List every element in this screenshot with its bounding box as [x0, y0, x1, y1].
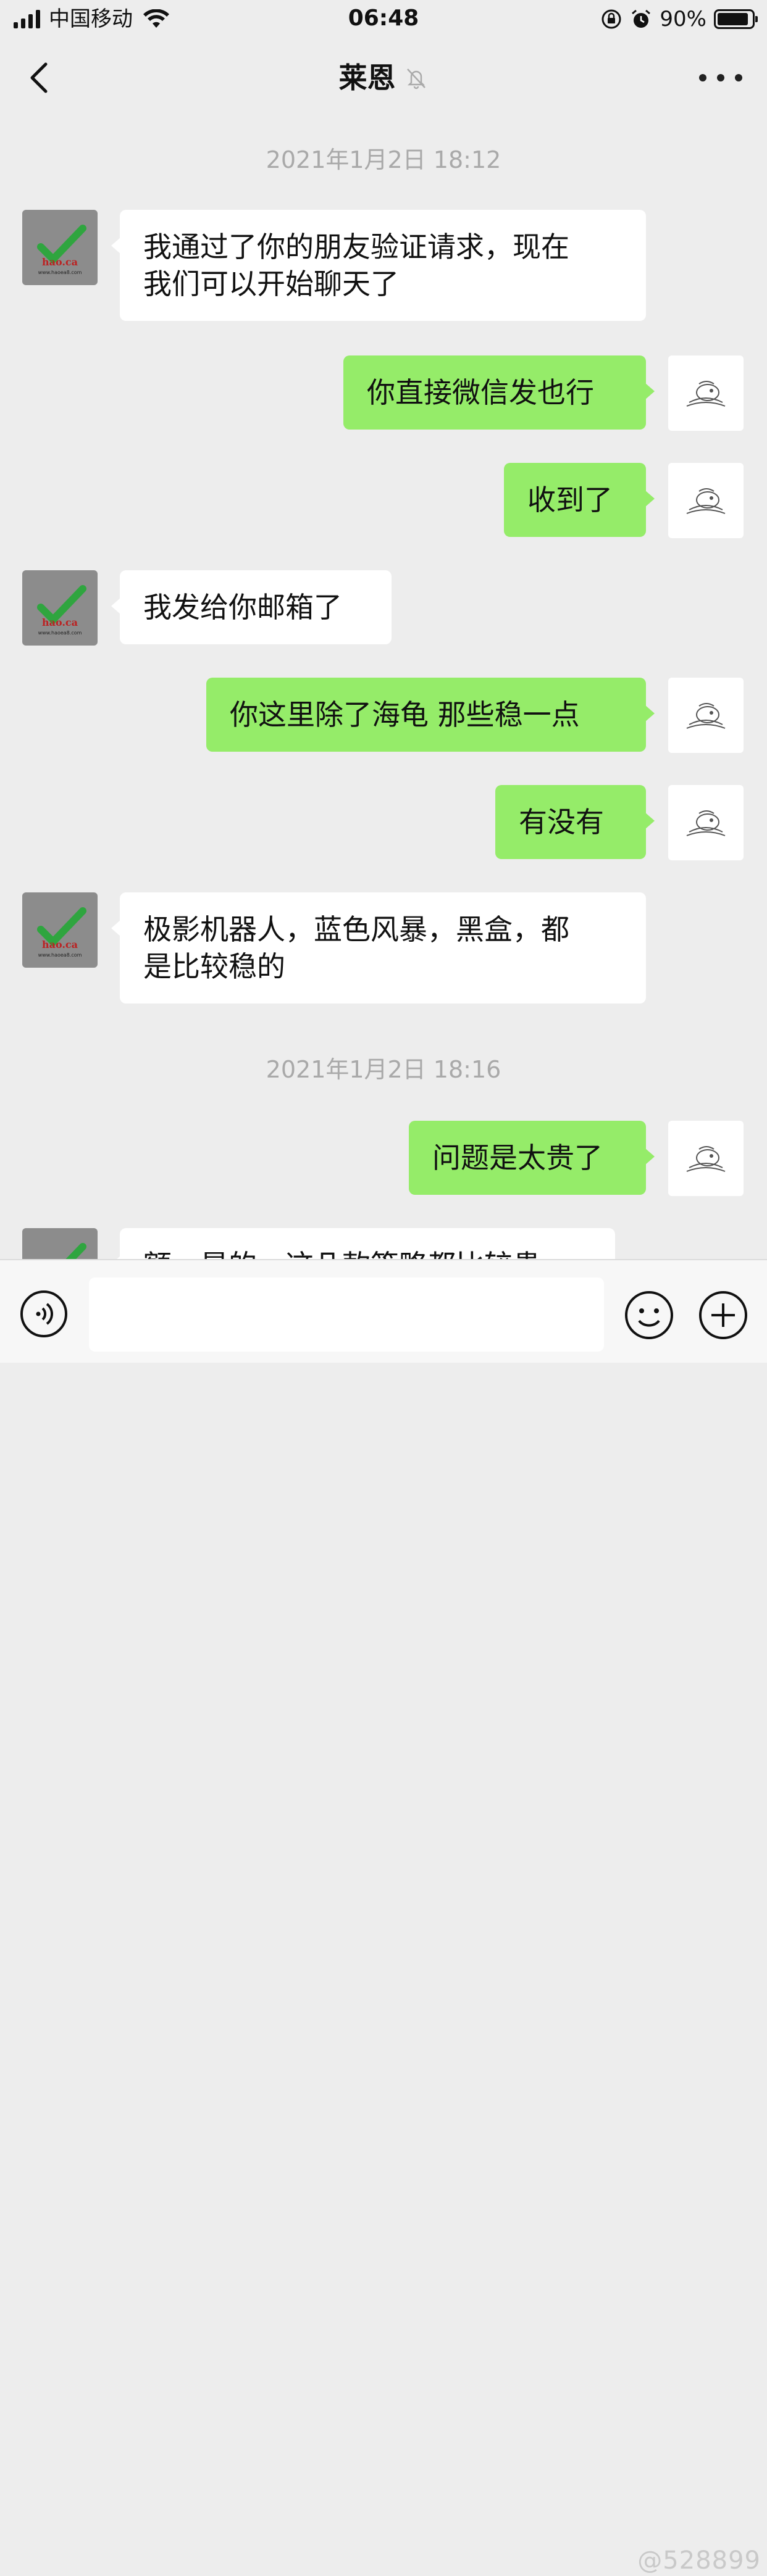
contact-avatar[interactable]: hao.ca www.haoea8.com	[22, 210, 98, 285]
message-line: 收到了	[527, 483, 613, 517]
message-line: 我发给你邮箱了	[143, 591, 342, 624]
message-line: 额，是的，这几款策略都比较贵	[143, 1247, 592, 1259]
message-bubble-sent[interactable]: 有没有	[495, 785, 655, 859]
timestamp: 2021年1月2日 18:12	[266, 146, 501, 173]
message-line: 是比较稳的	[143, 950, 285, 983]
message-bubble-received[interactable]: 额，是的，这几款策略都比较贵	[111, 1228, 615, 1259]
contact-avatar[interactable]: hao.ca www.haoea8.com	[22, 892, 98, 968]
message-line: 你这里除了海龟 那些稳一点	[230, 698, 580, 731]
logo-text: hao.ca	[42, 256, 78, 268]
contact-avatar[interactable]: hao.ca www.haoea8.com	[22, 570, 98, 646]
contact-avatar[interactable]	[22, 1228, 98, 1259]
user-avatar[interactable]	[668, 355, 744, 431]
emoji-icon[interactable]	[624, 1290, 674, 1340]
message-bubble-received[interactable]: 我发给你邮箱了	[111, 570, 392, 644]
message-line: 我通过了你的朋友验证请求，现在	[143, 230, 569, 264]
logo-url: www.haoea8.com	[38, 952, 82, 958]
plus-circle-icon[interactable]	[698, 1290, 748, 1340]
message-line: 问题是太贵了	[432, 1141, 603, 1174]
input-bar: @528899	[0, 1259, 767, 2575]
chat-area[interactable]: 2021年1月2日 18:12 hao.ca www.haoea8.com 我通…	[0, 0, 767, 1259]
voice-icon[interactable]	[20, 1290, 68, 1338]
message-line: 极影机器人，蓝色风暴，黑盒，都	[143, 913, 569, 946]
user-avatar[interactable]	[668, 1121, 744, 1196]
logo-url: www.haoea8.com	[38, 630, 82, 636]
logo-url: www.haoea8.com	[38, 270, 82, 275]
logo-text: hao.ca	[42, 617, 78, 628]
message-input[interactable]	[89, 1278, 604, 1352]
message-bubble-sent[interactable]: 你直接微信发也行	[343, 355, 655, 430]
message-bubble-received[interactable]: 我通过了你的朋友验证请求，现在 我们可以开始聊天了	[111, 210, 646, 321]
logo-text: hao.ca	[42, 939, 78, 950]
message-bubble-received[interactable]: 极影机器人，蓝色风暴，黑盒，都 是比较稳的	[111, 892, 646, 1003]
message-bubble-sent[interactable]: 收到了	[504, 463, 655, 537]
watermark: @528899	[637, 2546, 761, 2575]
message-line: 我们可以开始聊天了	[143, 267, 399, 301]
timestamp: 2021年1月2日 18:16	[266, 1056, 501, 1083]
message-bubble-sent[interactable]: 问题是太贵了	[409, 1121, 655, 1195]
message-line: 有没有	[519, 805, 604, 839]
user-avatar[interactable]	[668, 785, 744, 860]
message-bubble-sent[interactable]: 你这里除了海龟 那些稳一点	[206, 678, 655, 752]
user-avatar[interactable]	[668, 463, 744, 538]
message-line: 你直接微信发也行	[367, 376, 594, 409]
user-avatar[interactable]	[668, 678, 744, 753]
